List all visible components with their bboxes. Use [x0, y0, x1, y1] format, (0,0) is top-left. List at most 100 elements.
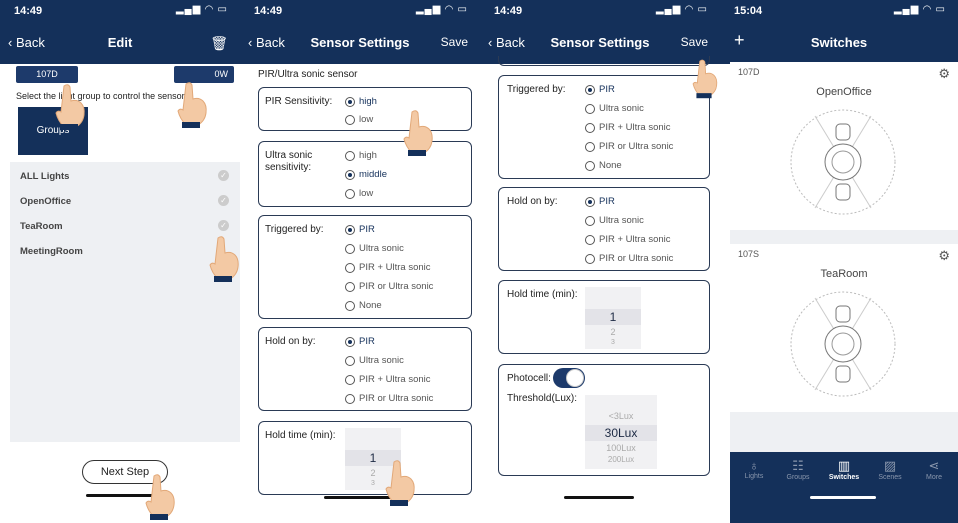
radio-none[interactable]: None [585, 160, 622, 171]
radio-pir-and-us[interactable]: PIR + Ultra sonic [585, 122, 671, 133]
hold-on-by-label: Hold on by: [507, 196, 558, 207]
list-item[interactable]: ALL Lights ✓ [10, 165, 240, 187]
radio-pir[interactable]: PIR [345, 224, 375, 235]
option-label: PIR or Ultra sonic [599, 141, 674, 152]
radio-pir-or-us[interactable]: PIR or Ultra sonic [345, 393, 433, 404]
option-label: PIR [359, 224, 375, 235]
option-label: Ultra sonic [359, 355, 404, 366]
back-label: Back [495, 35, 525, 50]
switch-icon: ▥ [837, 458, 851, 473]
back-button[interactable]: ‹ Back [488, 35, 525, 50]
picker-row: 100Lux [606, 443, 636, 453]
radio-ultra-sonic[interactable]: Ultra sonic [345, 355, 404, 366]
switch-card[interactable]: 107S ⚙ TeaRoom [730, 244, 958, 412]
signal-icons: ▂▄▆ ◠ ▭ [655, 4, 708, 15]
status-time: 14:49 [14, 5, 43, 17]
switches-screen: 15:04 ▂▄▆ ◠ ▭ + Switches 107D ⚙ OpenOffi… [720, 0, 958, 523]
option-label: PIR + Ultra sonic [599, 122, 671, 133]
radio-pir[interactable]: PIR [585, 84, 615, 95]
hold-time-picker[interactable]: 1 2 3 [585, 287, 641, 349]
edit-screen: 14:49 ▂▄▆ ◠ ▭ ‹ Back Edit 🗑 107D 0W Sele… [0, 0, 240, 523]
trash-icon[interactable]: 🗑 [210, 35, 228, 52]
status-time: 14:49 [254, 5, 283, 17]
home-indicator [810, 496, 876, 499]
option-label: Ultra sonic [599, 103, 644, 114]
status-bar: 14:49 ▂▄▆ ◠ ▭ [480, 0, 720, 22]
gear-icon[interactable]: ⚙ [938, 248, 950, 264]
tap-hand-icon [209, 236, 239, 282]
radio-low[interactable]: low [345, 188, 373, 199]
radio-none[interactable]: None [345, 300, 382, 311]
radio-middle[interactable]: middle [345, 169, 387, 180]
nav-bar: ‹ Back Edit 🗑 [0, 22, 240, 64]
radio-pir-and-us[interactable]: PIR + Ultra sonic [345, 262, 431, 273]
status-bar: 15:04 ▂▄▆ ◠ ▭ [720, 0, 958, 22]
option-label: Ultra sonic [599, 215, 644, 226]
tab-label: More [926, 474, 942, 481]
photocell-toggle[interactable] [553, 368, 585, 388]
sensor-header: PIR/Ultra sonic sensor [258, 69, 358, 80]
option-label: PIR + Ultra sonic [359, 374, 431, 385]
switch-card[interactable]: 107D ⚙ OpenOffice [730, 62, 958, 230]
threshold-picker[interactable]: <3Lux 30Lux 100Lux 200Lux [585, 395, 657, 469]
tab-scenes[interactable]: ▨ Scenes [870, 458, 910, 481]
radio-pir-or-us[interactable]: PIR or Ultra sonic [345, 281, 433, 292]
photocell-card: Photocell: Threshold(Lux): <3Lux 30Lux 1… [498, 364, 710, 476]
tab-lights[interactable]: ♁ Lights [734, 458, 774, 480]
radio-pir-and-us[interactable]: PIR + Ultra sonic [345, 374, 431, 385]
status-time: 14:49 [494, 5, 523, 17]
nav-bar: ‹ Back Sensor Settings Save [240, 22, 480, 64]
triggered-by-label: Triggered by: [265, 224, 324, 235]
radio-pir[interactable]: PIR [585, 196, 615, 207]
back-button[interactable]: ‹ Back [248, 35, 285, 50]
hold-time-card: Hold time (min): 1 2 3 [498, 280, 710, 354]
switch-name: OpenOffice [816, 86, 872, 98]
home-indicator [564, 496, 634, 499]
switch-id: 107S [738, 249, 760, 259]
back-label: Back [255, 35, 285, 50]
us-sensitivity-label: Ultra sonic sensitivity: [265, 150, 313, 173]
radio-low[interactable]: low [345, 114, 373, 125]
gear-icon[interactable]: ⚙ [938, 66, 950, 82]
back-button[interactable]: ‹ Back [8, 35, 45, 50]
picker-row: 2 [610, 327, 616, 337]
radio-pir-or-us[interactable]: PIR or Ultra sonic [585, 141, 673, 152]
status-bar: 14:49 ▂▄▆ ◠ ▭ [240, 0, 480, 22]
option-label: middle [359, 169, 387, 180]
radio-ultra-sonic[interactable]: Ultra sonic [345, 243, 404, 254]
triggered-by-card: Triggered by: PIR Ultra sonic PIR + Ultr… [258, 215, 472, 319]
radio-pir-and-us[interactable]: PIR + Ultra sonic [585, 234, 671, 245]
save-button[interactable]: Save [681, 35, 708, 49]
radio-pir-or-us[interactable]: PIR or Ultra sonic [585, 253, 673, 264]
picker-row: 200Lux [607, 455, 635, 464]
bulb-icon: ♁ [749, 458, 759, 473]
radio-ultra-sonic[interactable]: Ultra sonic [585, 103, 644, 114]
radio-pir[interactable]: PIR [345, 336, 375, 347]
radio-high[interactable]: high [345, 150, 377, 161]
list-item[interactable]: OpenOffice ✓ [10, 190, 240, 212]
tab-label: Switches [828, 474, 860, 481]
switch-list: 107D ⚙ OpenOffice 107S ⚙ TeaRoom [730, 62, 958, 452]
radio-high[interactable]: high [345, 96, 377, 107]
hold-time-card: Hold time (min): 1 2 3 [258, 421, 472, 495]
tap-hand-icon [177, 82, 207, 128]
tab-label: Scenes [878, 474, 902, 481]
option-label: low [359, 114, 374, 125]
sensor-107d-button[interactable]: 107D [16, 66, 78, 83]
save-button[interactable]: Save [441, 35, 468, 49]
add-icon[interactable]: + [734, 30, 745, 51]
tab-switches[interactable]: ▥ Switches [822, 458, 866, 481]
option-label: None [359, 300, 382, 311]
triggered-by-label: Triggered by: [507, 84, 566, 95]
option-label: PIR [359, 336, 375, 347]
switch-id: 107D [738, 67, 760, 77]
option-label: high [359, 96, 377, 107]
page-title: Switches [810, 35, 868, 50]
tab-groups[interactable]: ☷ Groups [778, 458, 818, 481]
status-time: 15:04 [734, 5, 763, 17]
check-icon: ✓ [218, 170, 229, 181]
option-label: PIR or Ultra sonic [359, 281, 434, 292]
sensor-diagram-icon [790, 109, 896, 215]
tab-more[interactable]: ⋖ More [914, 458, 954, 481]
radio-ultra-sonic[interactable]: Ultra sonic [585, 215, 644, 226]
